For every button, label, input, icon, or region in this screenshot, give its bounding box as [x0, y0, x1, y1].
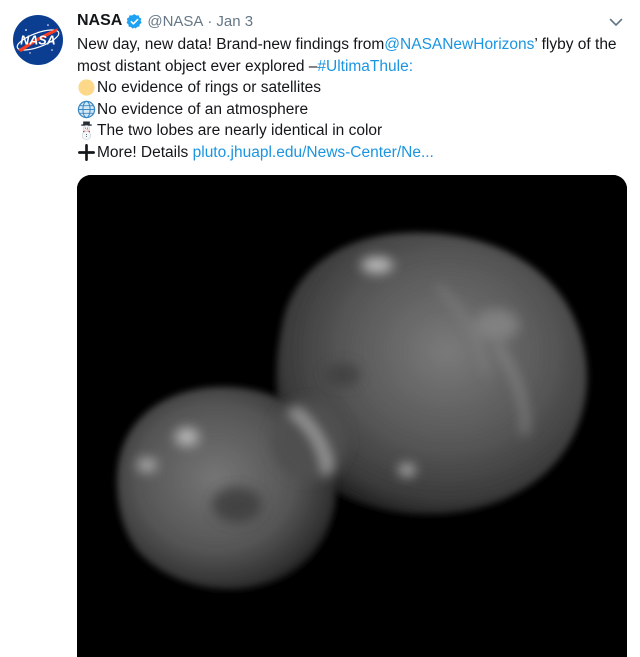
author-handle[interactable]: @NASA: [147, 13, 203, 30]
finding-rings: No evidence of rings or satellites: [77, 77, 627, 99]
tweet-text-segment: :: [408, 57, 414, 75]
tweet-media-image[interactable]: [77, 175, 627, 657]
finding-atmosphere: No evidence of an atmosphere: [77, 99, 627, 121]
author-name[interactable]: NASA: [77, 12, 122, 30]
finding-color-text: The two lobes are nearly identical in co…: [97, 122, 383, 139]
tweet-line-2: most distant object ever explored – #Ult…: [77, 56, 627, 78]
verified-badge-icon: [126, 13, 142, 29]
more-details-prefix: More! Details: [97, 143, 189, 161]
finding-rings-text: No evidence of rings or satellites: [97, 79, 322, 96]
yellow-circle-icon: [78, 79, 95, 96]
meta-separator: ·: [207, 12, 213, 30]
tweet-text-segment: most distant object ever explored –: [77, 57, 318, 75]
tweet-text-segment: ’ flyby of the: [534, 36, 617, 53]
tweet-date[interactable]: Jan 3: [216, 13, 253, 30]
tweet-text: New day, new data! Brand-new findings fr…: [77, 34, 627, 163]
ultima-thule-photo: [77, 175, 627, 657]
details-link[interactable]: pluto.jhuapl.edu/News-Center/Ne...: [193, 142, 434, 164]
avatar-text: NASA: [20, 34, 55, 48]
nasa-logo: NASA: [13, 15, 63, 65]
avatar[interactable]: NASA: [12, 14, 64, 66]
plus-icon: [78, 143, 95, 161]
tweet-text-segment: New day, new data! Brand-new findings fr…: [77, 36, 385, 53]
globe-icon: [77, 100, 96, 118]
snowman-icon: [81, 121, 92, 141]
more-details: More! Details pluto.jhuapl.edu/News-Cent…: [77, 142, 627, 164]
tweet-card[interactable]: NASA NASA @NASA · Jan 3 New day, new dat…: [0, 0, 640, 657]
mention-link[interactable]: @NASANewHorizons: [384, 34, 534, 56]
tweet-header: NASA @NASA · Jan 3: [77, 10, 253, 32]
hashtag-link[interactable]: #UltimaThule: [317, 56, 408, 78]
chevron-down-icon[interactable]: [608, 14, 624, 30]
finding-color: The two lobes are nearly identical in co…: [77, 120, 627, 142]
tweet-line-1: New day, new data! Brand-new findings fr…: [77, 34, 627, 56]
finding-atmosphere-text: No evidence of an atmosphere: [97, 100, 309, 118]
neck-region: [271, 400, 347, 480]
